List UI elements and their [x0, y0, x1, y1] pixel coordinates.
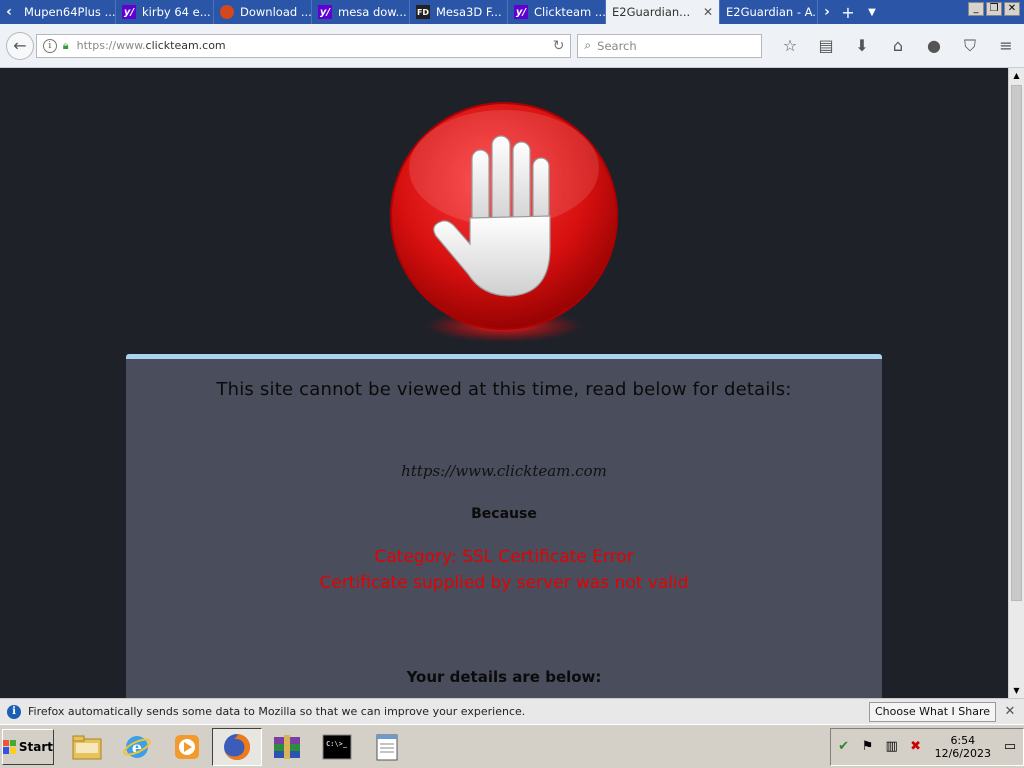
block-category: Category: SSL Certificate Error	[374, 547, 634, 567]
scroll-up-icon[interactable]: ▲	[1009, 68, 1024, 83]
tab-label: mesa dow...	[338, 5, 407, 19]
tab-2[interactable]: Download ...	[214, 0, 312, 24]
tab-label: Mesa3D F...	[436, 5, 502, 19]
media-player-icon	[172, 732, 202, 762]
tab-5[interactable]: y/Clickteam ...	[508, 0, 606, 24]
window-controls: _ ❐ ✕	[964, 0, 1024, 24]
back-arrow-icon[interactable]: ←	[6, 31, 34, 60]
because-label: Because	[471, 506, 537, 522]
taskbar-app-firefox[interactable]	[212, 727, 262, 766]
navigation-toolbar: ← i 🔒︎ https://www.clickteam.com ↻ ⌕ Sea…	[0, 24, 1024, 68]
lock-icon[interactable]: 🔒︎	[63, 39, 69, 53]
tab-scroll-right-icon[interactable]: ›	[818, 0, 836, 24]
home-icon[interactable]: ⌂	[880, 32, 916, 60]
tab-label: Mupen64Plus ...	[24, 5, 116, 19]
block-message-card: This site cannot be viewed at this time,…	[126, 354, 882, 698]
search-input[interactable]: ⌕ Search	[577, 33, 762, 58]
stop-hand-icon	[384, 98, 624, 348]
security-shield-icon[interactable]: ✔	[835, 738, 853, 756]
close-window-icon[interactable]: ✕	[1004, 2, 1020, 16]
action-center-flag-icon[interactable]: ⚑	[859, 738, 877, 756]
new-tab-icon[interactable]: +	[836, 0, 860, 24]
minimize-icon[interactable]: _	[968, 2, 984, 16]
tab-label: Clickteam ...	[534, 5, 606, 19]
blocked-url: https://www.clickteam.com	[401, 462, 607, 480]
tab-strip: ‹ Mupen64Plus ... y/kirby 64 e... Downlo…	[0, 0, 1024, 24]
chat-bubble-icon[interactable]: ●	[916, 32, 952, 60]
taskbar-app-cmd[interactable]: C:\>_	[312, 728, 362, 766]
scroll-down-icon[interactable]: ▼	[1009, 683, 1024, 698]
taskbar-apps: e C:\>_	[62, 727, 412, 766]
show-desktop-icon[interactable]: ▭	[1001, 738, 1019, 756]
search-icon: ⌕	[584, 38, 592, 52]
details-header: Your details are below:	[406, 668, 602, 686]
url-bar[interactable]: i 🔒︎ https://www.clickteam.com ↻	[35, 33, 572, 58]
search-placeholder: Search	[597, 38, 637, 53]
info-icon: i	[7, 704, 21, 719]
start-label: Start	[18, 739, 53, 754]
internet-explorer-icon: e	[122, 732, 152, 762]
tab-0[interactable]: Mupen64Plus ...	[18, 0, 116, 24]
pocket-icon[interactable]: ⛉	[952, 32, 988, 60]
close-tab-icon[interactable]: ✕	[703, 5, 713, 19]
page-content: This site cannot be viewed at this time,…	[0, 68, 1008, 698]
taskbar-app-winrar[interactable]	[262, 728, 312, 766]
close-icon[interactable]: ✕	[996, 704, 1024, 719]
svg-text:C:\>_: C:\>_	[326, 740, 348, 748]
download-arrow-icon[interactable]: ⬇	[844, 32, 880, 60]
tab-6-active[interactable]: E2Guardian... ✕	[606, 0, 720, 24]
folder-icon	[72, 732, 102, 762]
hamburger-menu-icon[interactable]: ≡	[988, 32, 1024, 60]
network-icon[interactable]: ▥	[883, 738, 901, 756]
notepad-icon	[372, 732, 402, 762]
taskbar: Start e C:\>_ ✔ ⚑ ▥ ✖ 6:54 12/6/2023 ▭	[0, 724, 1024, 768]
taskbar-app-notepad[interactable]	[362, 728, 412, 766]
tab-label: Download ...	[240, 5, 312, 19]
fd-icon: FD	[416, 5, 430, 19]
page-title: This site cannot be viewed at this time,…	[216, 379, 792, 400]
tab-label: E2Guardian - A...	[726, 5, 818, 19]
notification-bar: i Firefox automatically sends some data …	[0, 698, 1024, 724]
taskbar-app-ie[interactable]: e	[112, 728, 162, 766]
orange-circle-icon	[220, 5, 234, 19]
tab-label: E2Guardian...	[612, 5, 691, 19]
command-prompt-icon: C:\>_	[322, 732, 352, 762]
reading-list-icon[interactable]: ▤	[808, 32, 844, 60]
yahoo-icon: y/	[122, 5, 136, 19]
tab-scroll-left-icon[interactable]: ‹	[0, 0, 18, 24]
windows-logo-icon	[3, 739, 16, 754]
bookmark-star-icon[interactable]: ☆	[772, 32, 808, 60]
tab-7[interactable]: E2Guardian - A...	[720, 0, 818, 24]
info-icon[interactable]: i	[42, 38, 57, 53]
clock-date: 12/6/2023	[934, 746, 991, 760]
tab-4[interactable]: FD Mesa3D F...	[410, 0, 508, 24]
yahoo-icon: y/	[318, 5, 332, 19]
system-tray: ✔ ⚑ ▥ ✖ 6:54 12/6/2023 ▭	[829, 727, 1024, 766]
start-button[interactable]: Start	[2, 728, 54, 765]
choose-what-i-share-button[interactable]: Choose What I Share	[869, 701, 996, 722]
clock[interactable]: 6:54 12/6/2023	[931, 734, 995, 760]
taskbar-app-explorer[interactable]	[62, 728, 112, 766]
url-text[interactable]: https://www.clickteam.com	[77, 39, 553, 52]
clock-time: 6:54	[950, 733, 976, 747]
tab-3[interactable]: y/mesa dow...	[312, 0, 410, 24]
tab-label: kirby 64 e...	[142, 5, 211, 19]
volume-muted-icon[interactable]: ✖	[907, 738, 925, 756]
tab-1[interactable]: y/kirby 64 e...	[116, 0, 214, 24]
reload-icon[interactable]: ↻	[553, 38, 565, 54]
firefox-icon	[222, 732, 252, 762]
winrar-books-icon	[272, 732, 302, 762]
toolbar-icons: ☆ ▤ ⬇ ⌂ ● ⛉ ≡	[772, 32, 1024, 60]
notification-text: Firefox automatically sends some data to…	[28, 705, 526, 718]
scrollbar-thumb[interactable]	[1011, 85, 1022, 601]
taskbar-app-media-player[interactable]	[162, 728, 212, 766]
yahoo-icon: y/	[514, 5, 528, 19]
block-reason: Certificate supplied by server was not v…	[319, 573, 689, 593]
restore-icon[interactable]: ❐	[986, 2, 1002, 16]
vertical-scrollbar[interactable]: ▲ ▼	[1008, 68, 1024, 698]
tab-list-chevron-down-icon[interactable]: ▼	[860, 0, 884, 24]
